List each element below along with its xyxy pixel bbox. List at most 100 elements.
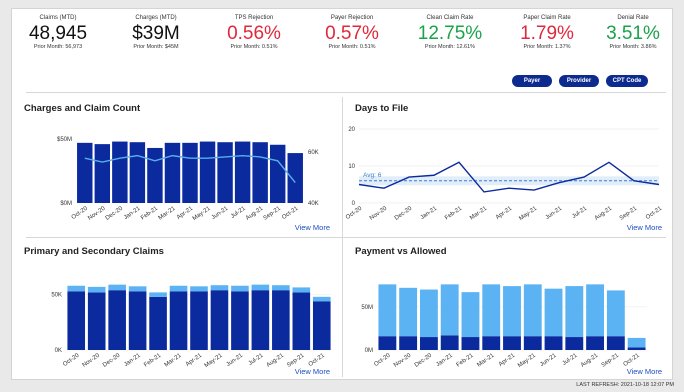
bar-segment bbox=[292, 287, 311, 293]
bar-segment bbox=[67, 291, 86, 350]
last-refresh-timestamp: LAST REFRESH: 2021-10-18 12:07 PM bbox=[576, 382, 674, 388]
bar-segment bbox=[419, 337, 438, 350]
kpi-value: 48,945 bbox=[28, 23, 88, 44]
bar-segment bbox=[419, 289, 438, 338]
kpi-prior: Prior Month: 1.37% bbox=[523, 44, 571, 50]
y-tick-label: 0 bbox=[352, 201, 356, 207]
bar bbox=[164, 142, 181, 203]
bar-segment bbox=[190, 291, 208, 350]
bar-segment bbox=[586, 284, 605, 337]
bar-segment bbox=[231, 285, 249, 292]
x-tick-label: Feb-21 bbox=[444, 205, 464, 221]
y-tick-label: 50K bbox=[51, 293, 62, 299]
kpi-value: 0.57% bbox=[325, 23, 379, 44]
bar-segment bbox=[149, 292, 167, 297]
x-tick-label: Jan-21 bbox=[420, 205, 439, 221]
bar-segment bbox=[461, 337, 480, 350]
x-tick-label: Dec-20 bbox=[394, 205, 414, 221]
bar-segment bbox=[312, 301, 331, 350]
view-more-link[interactable]: View More bbox=[295, 367, 330, 376]
bar-segment bbox=[169, 291, 188, 350]
payer-filter-button[interactable]: Payer bbox=[512, 75, 552, 87]
x-tick-label: Mar-21 bbox=[164, 352, 184, 368]
primary-secondary-claims-panel: Primary and Secondary Claims 0K 50K Oct-20… bbox=[12, 238, 342, 381]
view-more-link[interactable]: View More bbox=[295, 223, 330, 232]
view-more-link[interactable]: View More bbox=[627, 367, 662, 376]
y-tick-label: 0K bbox=[55, 348, 62, 354]
x-tick-label: Mar-21 bbox=[158, 205, 178, 221]
average-label: Avg: 6 bbox=[363, 172, 382, 179]
x-tick-label: May-21 bbox=[192, 205, 212, 222]
kpi-prior: Prior Month: 12.61% bbox=[424, 44, 476, 50]
bar-segment bbox=[272, 285, 290, 291]
y-tick-label: 50M bbox=[361, 305, 373, 311]
x-tick-label: Jun-21 bbox=[539, 352, 558, 368]
bar bbox=[199, 141, 216, 203]
y2-tick-label: 60K bbox=[308, 150, 319, 156]
bar-segment bbox=[190, 286, 208, 292]
x-tick-label: Nov-20 bbox=[369, 205, 389, 221]
cpt-code-filter-button[interactable]: CPT Code bbox=[606, 75, 648, 87]
y-tick-label: 10 bbox=[348, 164, 355, 170]
x-tick-label: Aug-21 bbox=[266, 352, 286, 368]
x-tick-label: Sep-21 bbox=[619, 205, 639, 221]
bar-segment bbox=[251, 284, 270, 291]
bar-segment bbox=[399, 336, 418, 350]
x-tick-label: Sep-21 bbox=[263, 205, 283, 221]
bar-segment bbox=[378, 336, 397, 350]
bar-segment bbox=[523, 336, 542, 350]
bar-segment bbox=[399, 287, 418, 337]
bar-segment bbox=[108, 290, 126, 350]
kpi-payer-rejection: Payer Rejection 0.57% Prior Month: 0.51% bbox=[304, 15, 400, 50]
bar-segment bbox=[128, 291, 147, 350]
bar-segment bbox=[586, 336, 605, 350]
bar-segment bbox=[627, 347, 646, 350]
bar-segment bbox=[503, 336, 521, 350]
x-tick-label: Jan-21 bbox=[123, 205, 142, 221]
x-tick-label: Oct-21 bbox=[645, 205, 664, 221]
x-tick-label: Aug-21 bbox=[594, 205, 614, 221]
bar-segment bbox=[231, 291, 249, 350]
bar-segment bbox=[565, 286, 584, 338]
bar-segment bbox=[87, 286, 106, 293]
bar bbox=[129, 142, 146, 203]
kpi-title: Charges (MTD) bbox=[135, 15, 177, 21]
x-tick-label: Oct-20 bbox=[373, 352, 392, 368]
bar-segment bbox=[67, 285, 86, 292]
bar-segment bbox=[627, 337, 646, 348]
days-to-file-chart: 0 10 20 Avg: 6 Oct-20 Nov-20 Dec-20 Jan-21 Feb-2… bbox=[345, 127, 664, 222]
x-tick-label: May-21 bbox=[518, 205, 538, 222]
dashboard-page: Claims (MTD) 48,945 Prior Month: 56,973 … bbox=[11, 8, 673, 380]
x-tick-label: Apr-21 bbox=[495, 205, 514, 221]
bar-segment bbox=[482, 284, 501, 337]
x-tick-label: May-21 bbox=[204, 352, 224, 369]
x-tick-label: Feb-21 bbox=[140, 205, 160, 221]
charges-claim-count-panel: Charges and Claim Count $50M $0M 60K 40K Oct… bbox=[12, 95, 342, 237]
bar bbox=[147, 147, 163, 203]
bar bbox=[94, 144, 111, 203]
kpi-title: Clean Claim Rate bbox=[426, 15, 474, 21]
divider bbox=[26, 92, 666, 93]
bar-segment bbox=[210, 285, 229, 291]
y-tick-label: $50M bbox=[57, 137, 72, 143]
kpi-title: TPS Rejection bbox=[234, 15, 274, 21]
bar-segment bbox=[544, 336, 563, 350]
x-tick-label: Feb-21 bbox=[143, 352, 163, 368]
y-tick-label: 20 bbox=[348, 127, 355, 133]
x-tick-label: Dec-20 bbox=[102, 352, 122, 368]
kpi-title: Claims (MTD) bbox=[39, 15, 77, 21]
bar bbox=[217, 142, 233, 203]
x-tick-label: Oct-20 bbox=[345, 205, 364, 221]
provider-filter-button[interactable]: Provider bbox=[559, 75, 599, 87]
x-tick-label: Apr-21 bbox=[498, 352, 517, 368]
view-more-link[interactable]: View More bbox=[627, 223, 662, 232]
bar-segment bbox=[169, 285, 188, 292]
bar bbox=[252, 142, 268, 203]
x-tick-label: Jul-21 bbox=[571, 205, 588, 220]
kpi-value: 12.75% bbox=[417, 23, 483, 44]
bar-segment bbox=[128, 286, 147, 292]
bar-segment bbox=[544, 288, 563, 337]
y2-tick-label: 40K bbox=[308, 201, 319, 207]
x-tick-label: Jan-21 bbox=[435, 352, 454, 368]
bar bbox=[287, 153, 303, 203]
